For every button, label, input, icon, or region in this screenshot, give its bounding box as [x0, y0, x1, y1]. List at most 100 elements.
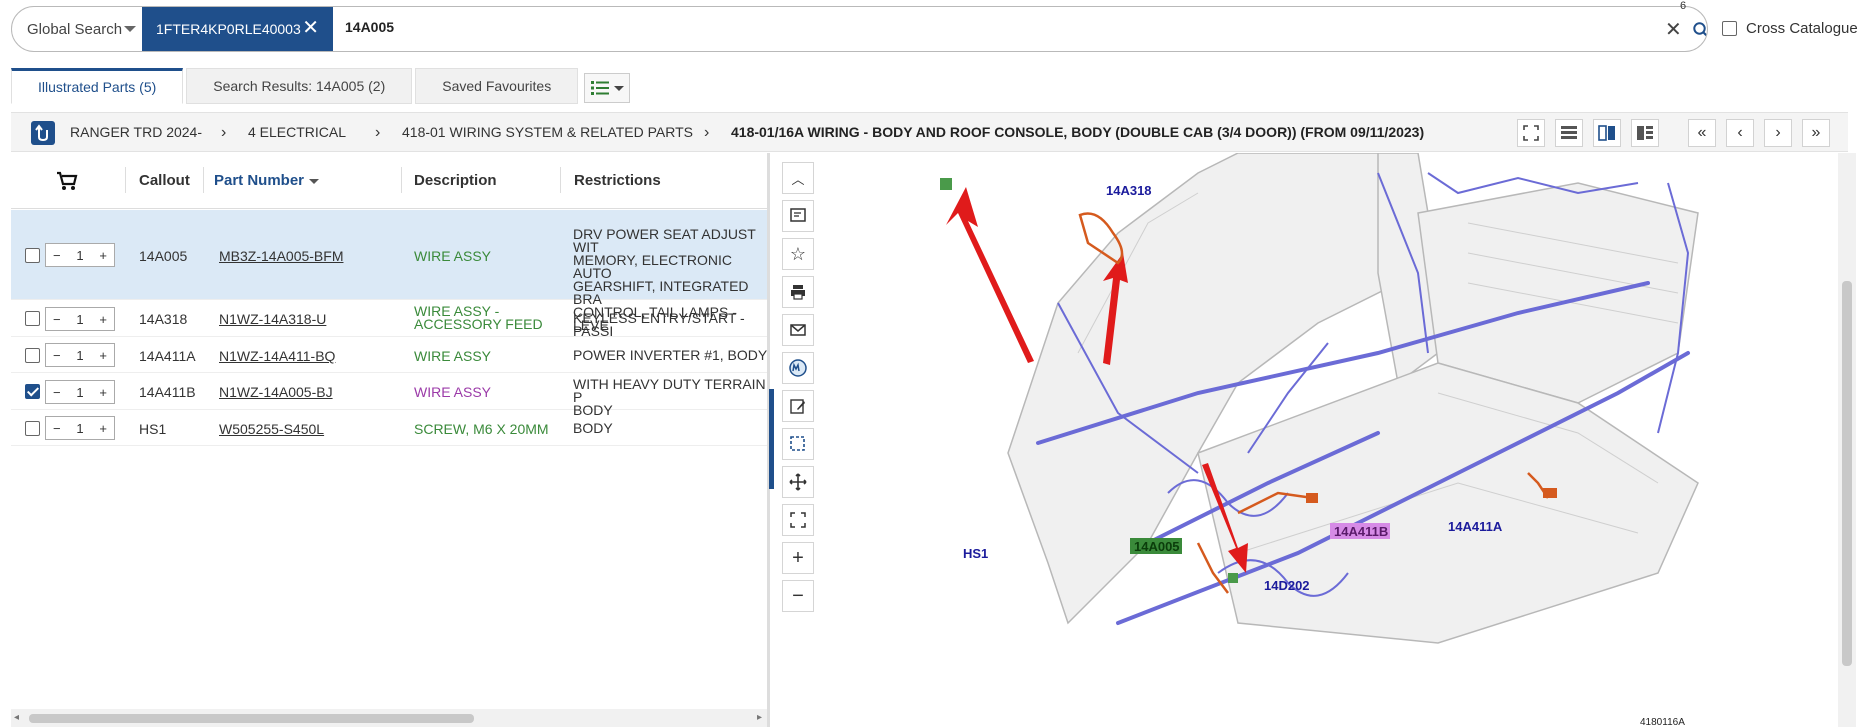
quantity-value[interactable]: 1 [76, 421, 83, 436]
tab-illustrated-parts[interactable]: Illustrated Parts (5) [11, 68, 184, 104]
column-header-restrictions: Restrictions [574, 172, 661, 189]
quantity-value[interactable]: 1 [76, 248, 83, 263]
table-row[interactable]: −1 + 14A005 MB3Z-14A005-BFM WIRE ASSY DRV… [11, 210, 767, 332]
search-scope-label: Global Search [27, 20, 123, 38]
scrollbar-thumb[interactable] [1842, 281, 1852, 666]
add-note-button[interactable] [782, 200, 814, 232]
plus-icon[interactable]: + [99, 421, 107, 436]
quantity-value[interactable]: 1 [76, 385, 83, 400]
breadcrumb-item-section[interactable]: 418-01 WIRING SYSTEM & RELATED PARTS [402, 124, 693, 140]
breadcrumb-item-group[interactable]: 4 ELECTRICAL [248, 124, 346, 140]
layout-split-button[interactable] [1593, 119, 1621, 147]
edit-icon [790, 399, 805, 414]
previous-page-button[interactable]: ‹ [1726, 119, 1754, 147]
first-page-button[interactable]: « [1688, 119, 1716, 147]
row-checkbox[interactable] [25, 348, 40, 363]
back-to-catalogue-icon[interactable] [31, 121, 55, 145]
next-page-button[interactable]: › [1764, 119, 1792, 147]
horizontal-scrollbar[interactable]: ◂ ▸ [11, 709, 767, 727]
quantity-stepper[interactable]: −1 + [45, 416, 115, 440]
table-row[interactable]: −1 + 14A411B N1WZ-14A005-BJ WIRE ASSY WIT… [11, 374, 767, 417]
pan-button[interactable] [782, 466, 814, 498]
minus-icon[interactable]: − [53, 312, 61, 327]
callout-cell: HS1 [139, 421, 167, 437]
callout-HS1[interactable]: HS1 [963, 546, 988, 561]
column-header-description: Description [414, 172, 497, 189]
printer-icon [791, 285, 805, 300]
clear-search-icon[interactable]: ✕ [1665, 17, 1682, 42]
minus-icon[interactable]: − [53, 421, 61, 436]
print-button[interactable] [782, 276, 814, 308]
vin-chip[interactable]: 1FTER4KP0RLE40003 ✕ [142, 7, 333, 51]
layout-image-button[interactable] [1631, 119, 1659, 147]
callout-14A318[interactable]: 14A318 [1106, 183, 1152, 198]
breadcrumb-item-vehicle[interactable]: RANGER TRD 2024- [70, 124, 202, 140]
description-cell: SCREW, M6 X 20MM [414, 421, 549, 437]
minus-icon[interactable]: − [53, 385, 61, 400]
view-mode-button[interactable] [584, 73, 630, 103]
motorcraft-button[interactable] [782, 352, 814, 384]
fit-to-screen-button[interactable] [782, 504, 814, 536]
parts-illustration[interactable]: 14A318 14A005 14A411B 14A411A HS1 14D202… [818, 153, 1838, 727]
row-checkbox[interactable] [25, 384, 40, 399]
layout-table-button[interactable] [1555, 119, 1583, 147]
cart-icon[interactable] [56, 170, 78, 192]
minus-icon[interactable]: − [53, 348, 61, 363]
panel-resize-handle[interactable] [769, 389, 774, 489]
callout-14A411B[interactable]: 14A411B [1334, 524, 1388, 539]
cross-catalogue-toggle[interactable]: Cross Catalogue [1722, 20, 1858, 37]
cross-catalogue-checkbox[interactable] [1722, 21, 1737, 36]
quantity-value[interactable]: 1 [76, 348, 83, 363]
favourite-button[interactable]: ☆ [782, 238, 814, 270]
tab-saved-favourites[interactable]: Saved Favourites [415, 68, 579, 104]
sort-desc-icon[interactable] [309, 179, 319, 184]
quantity-stepper[interactable]: −1 + [45, 243, 115, 267]
collapse-toolbar-button[interactable]: ︿ [782, 162, 814, 194]
plus-icon[interactable]: + [99, 385, 107, 400]
region-select-button[interactable] [782, 428, 814, 460]
wiring-diagram[interactable]: 14A318 14A005 14A411B 14A411A HS1 14D202… [818, 153, 1838, 727]
part-number-link[interactable]: MB3Z-14A005-BFM [219, 248, 343, 264]
quantity-stepper[interactable]: −1 + [45, 307, 115, 331]
last-page-button[interactable]: » [1802, 119, 1830, 147]
plus-icon[interactable]: + [99, 312, 107, 327]
vertical-scrollbar[interactable] [1838, 153, 1856, 727]
table-row[interactable]: −1 + 14A318 N1WZ-14A318-U WIRE ASSY - ACC… [11, 301, 767, 338]
table-row[interactable]: −1 + HS1 W505255-S450L SCREW, M6 X 20MM B… [11, 411, 767, 446]
global-search-box[interactable]: Global Search 1FTER4KP0RLE40003 ✕ 14A005… [11, 6, 1708, 52]
callout-14A411A[interactable]: 14A411A [1448, 519, 1503, 534]
fullscreen-button[interactable] [1517, 119, 1545, 147]
row-checkbox[interactable] [25, 248, 40, 263]
edit-selection-button[interactable] [782, 390, 814, 422]
part-number-link[interactable]: N1WZ-14A005-BJ [219, 384, 333, 400]
search-input[interactable]: 14A005 [345, 19, 394, 35]
scroll-left-icon[interactable]: ◂ [14, 712, 19, 723]
callout-14D202[interactable]: 14D202 [1264, 578, 1310, 593]
search-icon[interactable] [1692, 21, 1708, 39]
search-scope-dropdown[interactable]: Global Search [12, 7, 142, 51]
zoom-in-button[interactable]: + [782, 542, 814, 574]
close-icon[interactable]: ✕ [302, 18, 319, 38]
row-checkbox[interactable] [25, 421, 40, 436]
callout-cell: 14A411A [139, 348, 196, 364]
part-number-link[interactable]: N1WZ-14A318-U [219, 311, 326, 327]
row-checkbox[interactable] [25, 311, 40, 326]
table-row[interactable]: −1 + 14A411A N1WZ-14A411-BQ WIRE ASSY POW… [11, 338, 767, 373]
minus-icon[interactable]: − [53, 248, 61, 263]
scrollbar-thumb[interactable] [29, 714, 474, 723]
quantity-stepper[interactable]: −1 + [45, 343, 115, 367]
part-number-link[interactable]: W505255-S450L [219, 421, 324, 437]
callout-14A005[interactable]: 14A005 [1134, 539, 1180, 554]
plus-icon[interactable]: + [99, 348, 107, 363]
email-button[interactable] [782, 314, 814, 346]
scroll-right-icon[interactable]: ▸ [757, 712, 762, 723]
quantity-value[interactable]: 1 [76, 312, 83, 327]
zoom-out-button[interactable]: − [782, 580, 814, 612]
tab-label: Illustrated Parts (5) [38, 79, 157, 95]
plus-icon[interactable]: + [99, 248, 107, 263]
column-header-part-number[interactable]: Part Number [214, 172, 304, 189]
part-number-link[interactable]: N1WZ-14A411-BQ [219, 348, 335, 364]
restrictions-cell: BODY [573, 422, 613, 435]
tab-search-results[interactable]: Search Results: 14A005 (2) [186, 68, 413, 104]
quantity-stepper[interactable]: −1 + [45, 380, 115, 404]
